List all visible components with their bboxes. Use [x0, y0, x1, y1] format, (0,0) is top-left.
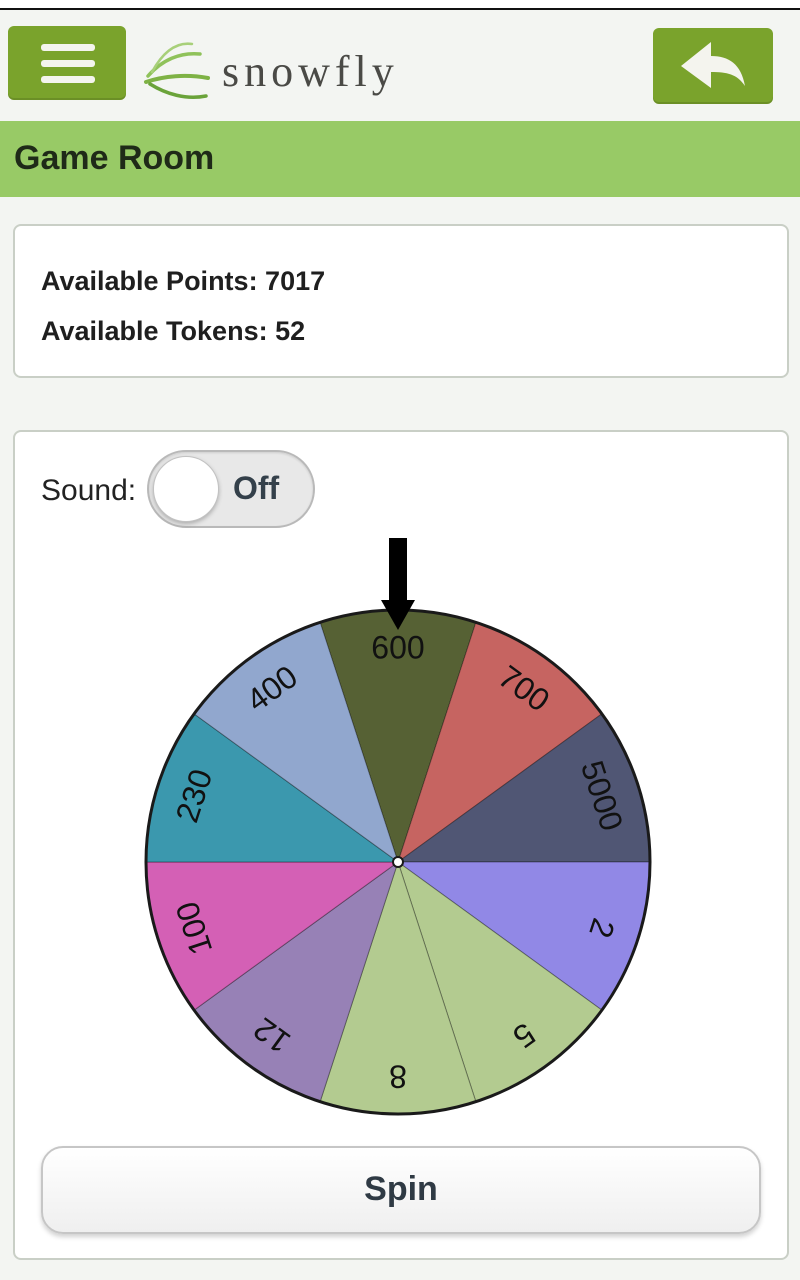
available-points: Available Points: 7017	[41, 266, 326, 296]
sound-toggle[interactable]: Off	[147, 450, 315, 528]
wheel-segment-label: 600	[371, 629, 424, 665]
sound-label: Sound:	[41, 474, 137, 507]
page-title: Game Room	[14, 139, 215, 177]
stats-card: Available Points: 7017 Available Tokens:…	[13, 224, 789, 378]
logo-text: snowfly	[222, 47, 399, 96]
page-title-bar: Game Room	[0, 121, 800, 197]
wheel-segment-label: 8	[389, 1059, 407, 1095]
available-tokens: Available Tokens: 52	[41, 316, 306, 346]
leaf-logo-icon	[144, 42, 210, 99]
prize-wheel: 600700500025812100230400	[144, 538, 652, 1116]
spin-button[interactable]: Spin	[41, 1146, 761, 1234]
wheel-hub	[392, 856, 404, 868]
game-card: Sound: Off 600 700 5000 2 5 8 12 100 230 400 Spin	[13, 430, 789, 1260]
menu-button[interactable]	[8, 26, 126, 100]
spin-button-label: Spin	[364, 1170, 438, 1208]
app-header: snowfly	[0, 10, 800, 122]
top-border	[0, 0, 800, 10]
back-button[interactable]	[653, 28, 773, 104]
back-arrow-icon	[681, 42, 745, 88]
toggle-knob	[153, 456, 219, 522]
snowfly-logo: snowfly	[142, 38, 442, 108]
sound-toggle-state: Off	[233, 470, 280, 506]
